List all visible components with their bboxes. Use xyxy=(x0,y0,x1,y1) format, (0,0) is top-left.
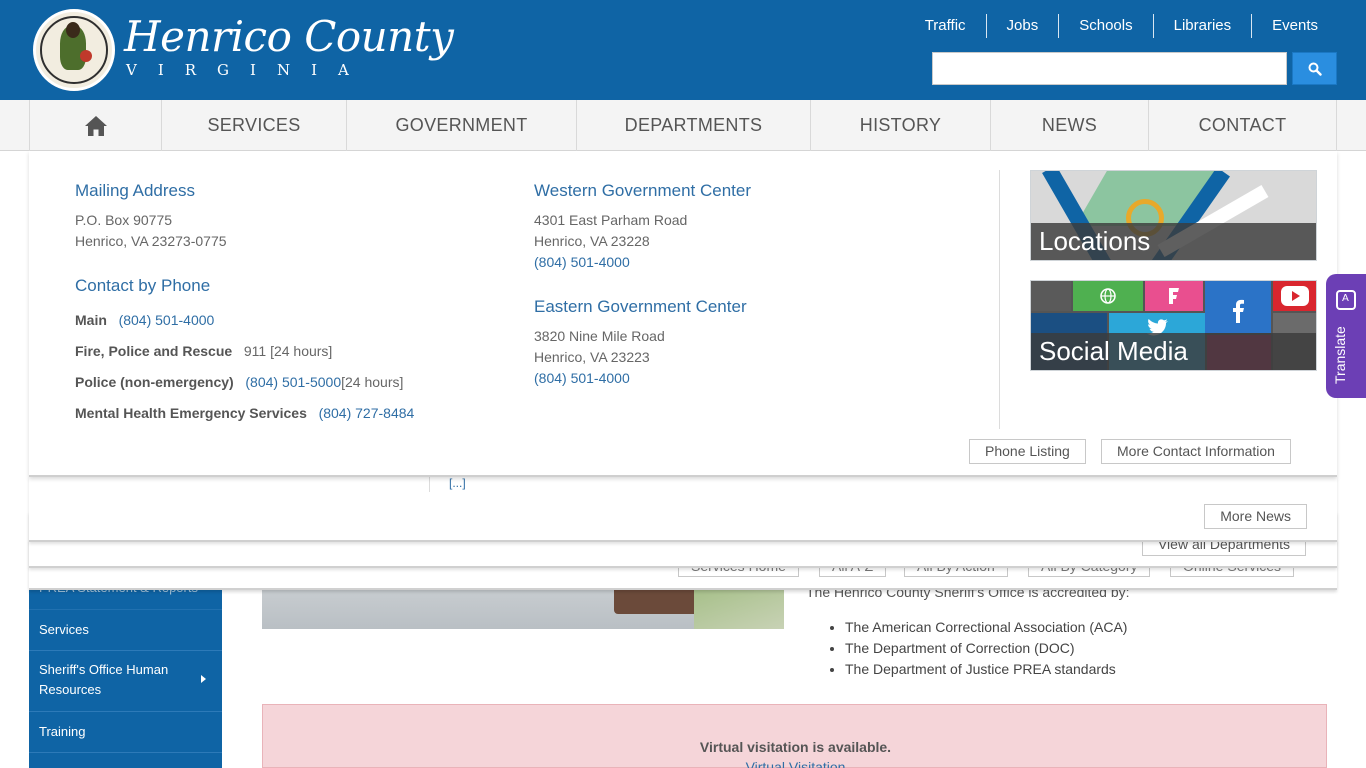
news-read-more-link[interactable]: [...] xyxy=(449,476,466,490)
social-media-tile[interactable]: Social Media xyxy=(1030,280,1317,371)
schools-link[interactable]: Schools xyxy=(1058,14,1152,38)
phone-note: [24 hours] xyxy=(270,343,333,359)
mailing-address-line2: Henrico, VA 23273-0775 xyxy=(75,233,227,249)
translate-tab[interactable]: A Translate xyxy=(1326,274,1366,398)
phone-link[interactable]: (804) 501-5000 xyxy=(245,374,341,390)
mailing-address-title: Mailing Address xyxy=(75,181,196,200)
contact-by-phone-title: Contact by Phone xyxy=(75,276,211,295)
eastern-phone-link[interactable]: (804) 501-4000 xyxy=(534,368,630,389)
home-icon xyxy=(84,115,107,136)
foursquare-icon xyxy=(1145,281,1203,311)
mailing-address-line1: P.O. Box 90775 xyxy=(75,212,173,228)
more-contact-info-button[interactable]: More Contact Information xyxy=(1101,439,1291,464)
accreditation-list: The American Correctional Association (A… xyxy=(829,617,1127,680)
chevron-right-icon xyxy=(201,675,206,683)
utility-links: Traffic Jobs Schools Libraries Events xyxy=(905,14,1338,38)
brand-title[interactable]: Henrico County xyxy=(124,14,454,60)
main-nav: SERVICES GOVERNMENT DEPARTMENTS HISTORY … xyxy=(0,100,1366,151)
search-button[interactable] xyxy=(1292,52,1337,85)
sidebar-item[interactable] xyxy=(29,753,222,768)
phone-row-fire: Fire, Police and Rescue 911 [24 hours] xyxy=(75,341,332,362)
phone-note: [24 hours] xyxy=(341,374,404,390)
events-link[interactable]: Events xyxy=(1251,14,1338,38)
phone-link[interactable]: (804) 727-8484 xyxy=(319,405,415,421)
nav-history[interactable]: HISTORY xyxy=(811,100,991,151)
sidebar-item-human-resources[interactable]: Sheriff's Office Human Resources xyxy=(29,651,222,712)
jobs-link[interactable]: Jobs xyxy=(985,14,1059,38)
column-divider xyxy=(999,170,1000,429)
youtube-icon xyxy=(1273,281,1316,311)
list-item: The American Correctional Association (A… xyxy=(845,617,1127,638)
alert-title: Virtual visitation is available. xyxy=(699,739,892,755)
eastern-address-line2: Henrico, VA 23223 xyxy=(534,349,650,365)
phone-listing-button[interactable]: Phone Listing xyxy=(969,439,1086,464)
more-news-button[interactable]: More News xyxy=(1204,504,1307,529)
sidebar-item-services[interactable]: Services xyxy=(29,610,222,651)
locations-tile-label: Locations xyxy=(1031,223,1316,260)
search-icon xyxy=(1308,62,1322,76)
sidebar-item-label: Sheriff's Office Human Resources xyxy=(39,662,169,697)
phone-row-police: Police (non-emergency) (804) 501-5000[24… xyxy=(75,372,403,393)
nav-news[interactable]: NEWS xyxy=(991,100,1149,151)
nav-services[interactable]: SERVICES xyxy=(162,100,347,151)
list-item: The Department of Correction (DOC) xyxy=(845,638,1127,659)
seal-emblem xyxy=(80,50,92,62)
translate-label: Translate xyxy=(1332,326,1348,384)
eastern-center-title: Eastern Government Center xyxy=(534,297,747,316)
sidebar-item-training[interactable]: Training xyxy=(29,712,222,753)
western-address-line1: 4301 East Parham Road xyxy=(534,212,688,228)
nav-contact[interactable]: CONTACT xyxy=(1149,100,1337,151)
eastern-address-line1: 3820 Nine Mile Road xyxy=(534,328,665,344)
traffic-link[interactable]: Traffic xyxy=(905,14,986,38)
nav-government[interactable]: GOVERNMENT xyxy=(347,100,577,151)
phone-label: Main xyxy=(75,312,107,328)
libraries-link[interactable]: Libraries xyxy=(1152,14,1252,38)
search-input[interactable] xyxy=(932,52,1287,85)
phone-label: Police (non-emergency) xyxy=(75,374,234,390)
sidebar-nav: PREA Statement & Reports Services Sherif… xyxy=(29,570,222,768)
nav-departments[interactable]: DEPARTMENTS xyxy=(577,100,811,151)
divider xyxy=(429,476,430,492)
western-center-title: Western Government Center xyxy=(534,181,751,200)
phone-label: Mental Health Emergency Services xyxy=(75,405,307,421)
phone-label: Fire, Police and Rescue xyxy=(75,343,233,359)
social-media-tile-label: Social Media xyxy=(1031,333,1316,370)
web-icon xyxy=(1073,281,1143,311)
visitation-alert: Virtual visitation is available. Virtual… xyxy=(262,704,1327,768)
brand-subtitle: VIRGINIA xyxy=(126,61,370,79)
phone-number: 911 xyxy=(243,343,267,359)
seal-figure-head xyxy=(66,22,80,38)
phone-row-main: Main (804) 501-4000 xyxy=(75,310,214,331)
phone-row-mental-health: Mental Health Emergency Services (804) 7… xyxy=(75,403,414,424)
contact-dropdown-panel: Mailing Address P.O. Box 90775 Henrico, … xyxy=(29,151,1337,477)
county-seal-logo[interactable] xyxy=(33,9,115,91)
photo-grass xyxy=(694,590,784,629)
western-address-line2: Henrico, VA 23228 xyxy=(534,233,650,249)
news-dropdown-panel: [...] More News xyxy=(29,476,1337,542)
locations-tile[interactable]: Locations xyxy=(1030,170,1317,261)
phone-link[interactable]: (804) 501-4000 xyxy=(119,312,215,328)
nav-home[interactable] xyxy=(30,100,162,151)
virtual-visitation-link[interactable]: Virtual Visitation xyxy=(263,759,1328,768)
grid-square xyxy=(1031,281,1071,311)
site-header: Henrico County VIRGINIA Traffic Jobs Sch… xyxy=(0,0,1366,100)
list-item: The Department of Justice PREA standards xyxy=(845,659,1127,680)
facebook-icon xyxy=(1205,281,1271,333)
western-phone-link[interactable]: (804) 501-4000 xyxy=(534,252,630,273)
